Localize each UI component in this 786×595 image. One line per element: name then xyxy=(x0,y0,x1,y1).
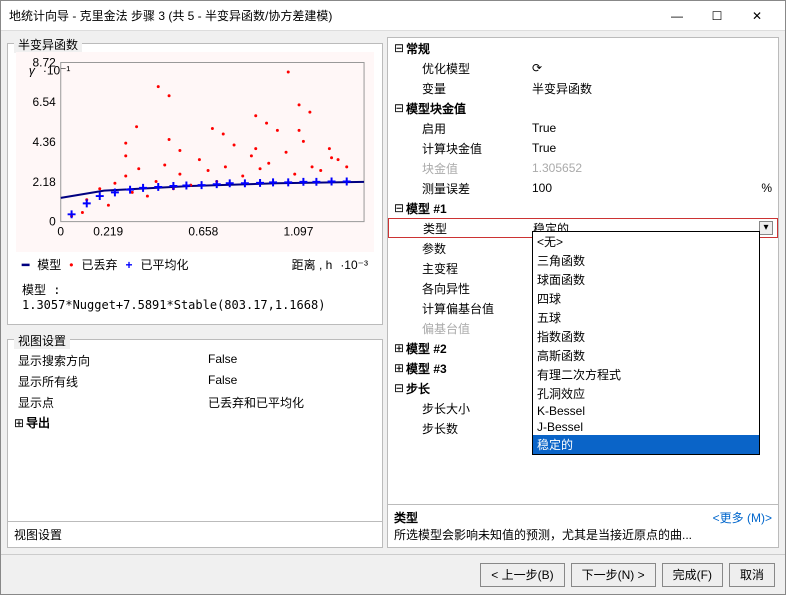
step-size-k: 步长大小 xyxy=(406,400,532,417)
type-dropdown-list[interactable]: <无>三角函数球面函数四球五球指数函数高斯函数有理二次方程式孔洞效应K-Bess… xyxy=(532,231,760,455)
view-settings-group: 视图设置 显示搜索方向False 显示所有线False 显示点已丢弃和已平均化 … xyxy=(7,339,383,548)
nugget-k: 块金值 xyxy=(406,160,532,177)
x-axis-label: 距离 , h xyxy=(292,256,333,273)
legend-averaged-swatch: + xyxy=(125,258,132,272)
step-count-k: 步长数 xyxy=(406,420,532,437)
window-title: 地统计向导 - 克里金法 步骤 3 (共 5 - 半变异函数/协方差建模) xyxy=(9,7,657,24)
dropdown-option[interactable]: J-Bessel xyxy=(533,419,759,435)
x-axis-scale: ·10⁻³ xyxy=(340,258,368,272)
model-formula: 模型 : 1.3057*Nugget+7.5891*Stable(803.17,… xyxy=(16,277,374,316)
dropdown-option[interactable]: 五球 xyxy=(533,308,759,327)
meas-err-v[interactable]: 100 xyxy=(532,181,774,195)
group-title: 半变异函数 xyxy=(14,36,82,53)
nugget-v: 1.305652 xyxy=(532,161,774,175)
sill-k: 偏基台值 xyxy=(406,320,532,337)
maximize-button[interactable]: ☐ xyxy=(697,2,737,30)
dropdown-option[interactable]: 三角函数 xyxy=(533,251,759,270)
vs-search-dir-k: 显示搜索方向 xyxy=(18,352,208,369)
expand-nugget-icon[interactable]: ⊟ xyxy=(392,101,406,115)
minimize-button[interactable]: — xyxy=(657,2,697,30)
section-general: 常规 xyxy=(406,40,532,57)
help-panel: 类型 <更多 (M)> 所选模型会影响未知值的预测，尤其是当接近原点的曲... xyxy=(388,504,778,547)
cancel-button[interactable]: 取消 xyxy=(729,563,775,587)
svg-text:0: 0 xyxy=(49,215,56,229)
svg-text:1.097: 1.097 xyxy=(283,225,313,239)
more-link[interactable]: <更多 (M)> xyxy=(713,509,772,526)
section-model3: 模型 #3 xyxy=(406,360,532,377)
semivariogram-chart: 02.184.366.548.7200.2190.6581.097γ·10⁻¹ xyxy=(16,52,374,252)
dropdown-option[interactable]: 四球 xyxy=(533,289,759,308)
legend-model-swatch: ━ xyxy=(22,258,29,272)
dropdown-option[interactable]: 高斯函数 xyxy=(533,346,759,365)
svg-text:6.54: 6.54 xyxy=(33,95,57,109)
dropdown-option[interactable]: 稳定的 xyxy=(533,435,759,454)
view-settings-title: 视图设置 xyxy=(14,332,70,349)
semivariogram-group: 半变异函数 02.184.366.548.7200.2190.6581.097γ… xyxy=(7,43,383,325)
vs-search-dir-v[interactable]: False xyxy=(208,352,372,369)
svg-text:·10⁻¹: ·10⁻¹ xyxy=(43,63,71,77)
section-nugget: 模型块金值 xyxy=(406,100,532,117)
dropdown-option[interactable]: <无> xyxy=(533,232,759,251)
vs-points-v[interactable]: 已丢弃和已平均化 xyxy=(208,394,372,411)
opt-model-button[interactable]: ⟳ xyxy=(532,61,774,75)
type-k: 类型 xyxy=(407,220,533,237)
range-k: 主变程 xyxy=(406,260,532,277)
next-button[interactable]: 下一步(N) > xyxy=(571,563,656,587)
section-model1: 模型 #1 xyxy=(406,200,532,217)
enabled-v[interactable]: True xyxy=(532,121,774,135)
legend-discarded: 已丢弃 xyxy=(81,256,117,273)
type-dropdown-button[interactable]: ▾ xyxy=(759,221,773,235)
wizard-footer: < 上一步(B) 下一步(N) > 完成(F) 取消 xyxy=(1,554,785,594)
dropdown-option[interactable]: 指数函数 xyxy=(533,327,759,346)
legend-averaged: 已平均化 xyxy=(140,256,188,273)
expand-model2-icon[interactable]: ⊞ xyxy=(392,341,406,355)
dropdown-option[interactable]: 有理二次方程式 xyxy=(533,365,759,384)
vs-all-lines-k: 显示所有线 xyxy=(18,373,208,390)
vs-points-k: 显示点 xyxy=(18,394,208,411)
svg-text:0: 0 xyxy=(57,225,64,239)
dropdown-option[interactable]: K-Bessel xyxy=(533,403,759,419)
meas-err-unit: % xyxy=(761,181,772,195)
opt-model-k: 优化模型 xyxy=(406,60,532,77)
section-model2: 模型 #2 xyxy=(406,340,532,357)
finish-button[interactable]: 完成(F) xyxy=(662,563,723,587)
svg-text:0.658: 0.658 xyxy=(188,225,218,239)
help-title: 类型 xyxy=(394,511,418,525)
close-button[interactable]: ✕ xyxy=(737,2,777,30)
meas-err-k: 测量误差 xyxy=(406,180,532,197)
back-button[interactable]: < 上一步(B) xyxy=(480,563,564,587)
calc-sill-k: 计算偏基台值 xyxy=(406,300,532,317)
expand-model3-icon[interactable]: ⊞ xyxy=(392,361,406,375)
calc-nugget-k: 计算块金值 xyxy=(406,140,532,157)
legend-model: 模型 xyxy=(37,256,61,273)
view-settings-footer: 视图设置 xyxy=(8,521,382,547)
dropdown-option[interactable]: 孔洞效应 xyxy=(533,384,759,403)
legend-discarded-swatch: • xyxy=(69,258,73,272)
properties-panel: ⊟常规 优化模型⟳ 变量半变异函数 ⊟模型块金值 启用True 计算块金值Tru… xyxy=(387,37,779,548)
titlebar: 地统计向导 - 克里金法 步骤 3 (共 5 - 半变异函数/协方差建模) — … xyxy=(1,1,785,31)
expand-step-icon[interactable]: ⊟ xyxy=(392,381,406,395)
calc-nugget-v[interactable]: True xyxy=(532,141,774,155)
svg-text:2.18: 2.18 xyxy=(33,175,57,189)
variable-v[interactable]: 半变异函数 xyxy=(532,80,774,97)
help-text: 所选模型会影响未知值的预测，尤其是当接近原点的曲... xyxy=(394,526,772,543)
svg-text:0.219: 0.219 xyxy=(93,225,123,239)
export-section[interactable]: 导出 xyxy=(26,414,50,431)
aniso-k: 各向异性 xyxy=(406,280,532,297)
dropdown-option[interactable]: 球面函数 xyxy=(533,270,759,289)
expand-export-icon[interactable]: ⊞ xyxy=(12,416,26,430)
params-k: 参数 xyxy=(406,240,532,257)
enabled-k: 启用 xyxy=(406,120,532,137)
expand-model1-icon[interactable]: ⊟ xyxy=(392,201,406,215)
expand-general-icon[interactable]: ⊟ xyxy=(392,41,406,55)
svg-text:γ: γ xyxy=(29,63,36,77)
svg-text:4.36: 4.36 xyxy=(33,135,57,149)
vs-all-lines-v[interactable]: False xyxy=(208,373,372,390)
section-step: 步长 xyxy=(406,380,532,397)
variable-k: 变量 xyxy=(406,80,532,97)
